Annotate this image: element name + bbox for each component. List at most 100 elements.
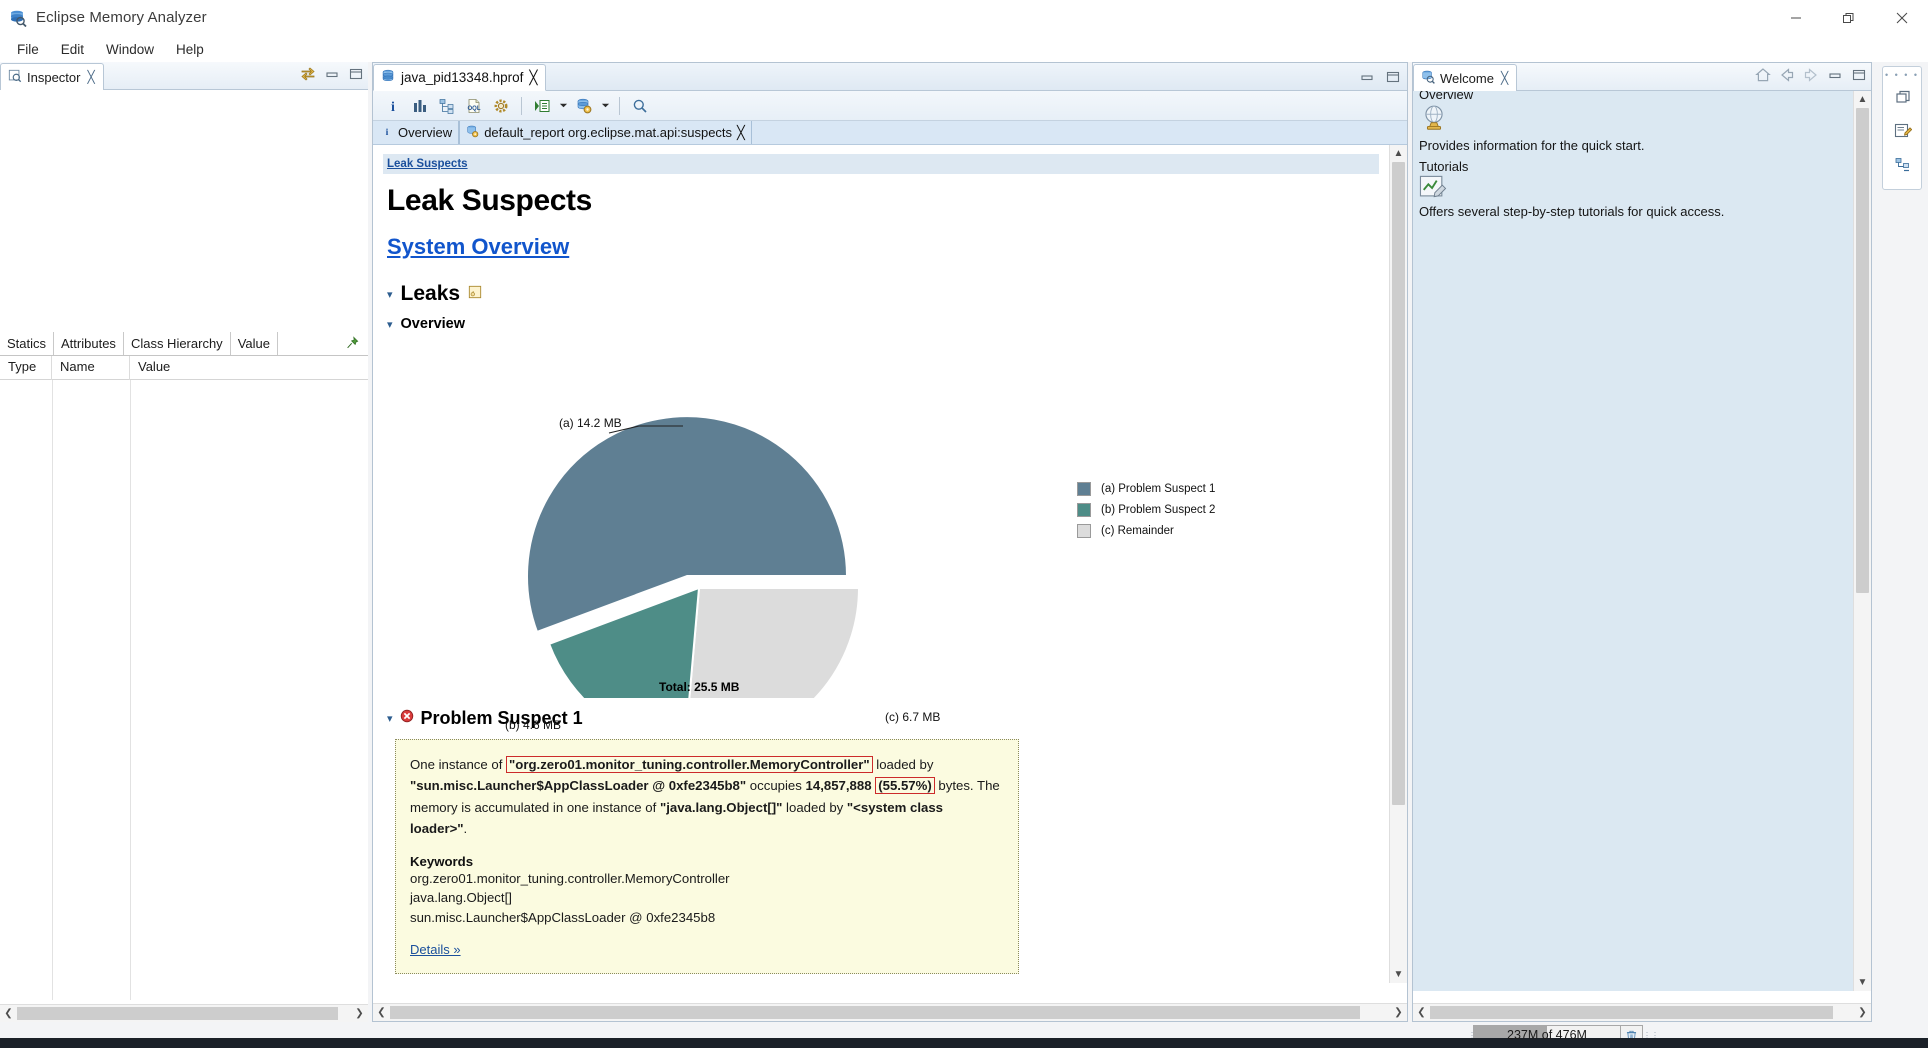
legend-label-b: (b) Problem Suspect 2 [1101, 503, 1216, 516]
scroll-left-icon[interactable]: ❮ [0, 1008, 17, 1019]
chevron-down-icon[interactable] [599, 94, 611, 118]
scroll-left-icon[interactable]: ❮ [373, 1007, 390, 1018]
tab-default-report[interactable]: default_report org.eclipse.mat.api:suspe… [459, 121, 752, 144]
chevron-down-icon[interactable]: ▾ [387, 318, 393, 331]
report-vertical-scrollbar[interactable]: ▲ ▼ [1389, 145, 1407, 983]
scroll-right-icon[interactable]: ❯ [1390, 1007, 1407, 1018]
tab-inspector[interactable]: Inspector ╳ [0, 63, 104, 90]
report-scroll-area: Leak Suspects Leak Suspects System Overv… [373, 145, 1407, 983]
inspector-rail-icon[interactable] [1883, 114, 1923, 148]
maximize-icon[interactable] [1385, 69, 1401, 85]
open-query-browser-button[interactable] [572, 94, 596, 118]
details-link[interactable]: Details » [410, 942, 461, 957]
scroll-up-icon[interactable]: ▲ [1390, 145, 1407, 162]
scroll-left-icon[interactable]: ❮ [1413, 1007, 1430, 1018]
inspector-horizontal-scrollbar[interactable]: ❮ ❯ [0, 1004, 368, 1022]
section-leaks-header[interactable]: ▾ Leaks [387, 282, 1371, 306]
tab-default-report-label: default_report org.eclipse.mat.api:suspe… [484, 125, 733, 140]
search-icon[interactable] [628, 94, 652, 118]
report-content: Leak Suspects Leak Suspects System Overv… [373, 145, 1389, 983]
welcome-overview-heading[interactable]: Overview [1419, 91, 1473, 102]
tab-heap-dump[interactable]: java_pid13348.hprof ╳ [373, 64, 546, 91]
close-icon[interactable]: ╳ [1501, 71, 1508, 85]
link-with-editor-icon[interactable] [300, 66, 316, 82]
column-header-value[interactable]: Value [130, 356, 368, 380]
column-header-name[interactable]: Name [52, 356, 130, 380]
tab-welcome[interactable]: Welcome ╳ [1413, 64, 1518, 91]
scroll-thumb[interactable] [1430, 1006, 1833, 1019]
menu-help[interactable]: Help [165, 40, 215, 59]
breadcrumb-leak-suspects[interactable]: Leak Suspects [387, 158, 468, 170]
run-expert-system-test-button[interactable] [530, 94, 554, 118]
maximize-window-button[interactable] [1822, 0, 1875, 36]
overview-info-button[interactable]: i [381, 94, 405, 118]
welcome-tab-label: Welcome [1440, 70, 1494, 86]
note-icon[interactable] [468, 285, 482, 304]
close-icon[interactable]: ╳ [529, 70, 537, 86]
toolbar-separator [521, 96, 522, 115]
chevron-down-icon[interactable]: ▾ [387, 288, 393, 301]
welcome-horizontal-scrollbar[interactable]: ❮ ❯ [1413, 1003, 1871, 1021]
maximize-icon[interactable] [1851, 67, 1867, 83]
system-overview-link[interactable]: System Overview [387, 234, 569, 260]
minimize-icon[interactable] [324, 66, 340, 82]
chevron-down-icon[interactable] [557, 94, 569, 118]
restore-perspective-icon[interactable] [1883, 80, 1923, 114]
scroll-track[interactable] [1430, 1004, 1854, 1021]
editor-horizontal-scrollbar[interactable]: ❮ ❯ [373, 1003, 1407, 1021]
menu-edit[interactable]: Edit [50, 40, 95, 59]
maximize-icon[interactable] [348, 66, 364, 82]
inspector-table-header: Type Name Value [0, 356, 368, 380]
histogram-button[interactable] [408, 94, 432, 118]
scroll-up-icon[interactable]: ▲ [1854, 91, 1871, 108]
tutorials-icon[interactable] [1419, 175, 1447, 206]
pin-icon[interactable] [346, 336, 359, 354]
tab-value[interactable]: Value [231, 332, 278, 355]
welcome-tutorials-heading[interactable]: Tutorials [1419, 159, 1468, 174]
inspector-tabbar: Inspector ╳ [0, 62, 368, 90]
workbench: Inspector ╳ Statics Attributes Class Hie… [0, 62, 1928, 1022]
tab-overview[interactable]: i Overview [375, 121, 460, 144]
forward-icon[interactable] [1803, 67, 1819, 83]
close-icon[interactable]: ╳ [87, 70, 94, 84]
app-icon [8, 8, 28, 28]
scroll-thumb[interactable] [390, 1006, 1360, 1019]
scroll-right-icon[interactable]: ❯ [1854, 1007, 1871, 1018]
dominator-tree-button[interactable] [435, 94, 459, 118]
menu-file[interactable]: File [6, 40, 50, 59]
editor-tabbar: java_pid13348.hprof ╳ [373, 63, 1407, 91]
rail-drag-handle[interactable]: • • • • [1883, 67, 1921, 80]
inspector-table-body [0, 380, 368, 1000]
inspections-gear-button[interactable] [489, 94, 513, 118]
home-icon[interactable] [1755, 67, 1771, 83]
close-icon[interactable]: ╳ [737, 125, 745, 141]
tab-attributes[interactable]: Attributes [54, 332, 124, 355]
oql-button[interactable]: OQL [462, 94, 486, 118]
scroll-track[interactable] [1854, 108, 1871, 974]
scroll-thumb[interactable] [1856, 108, 1869, 593]
scroll-thumb[interactable] [17, 1007, 338, 1020]
scroll-down-icon[interactable]: ▼ [1390, 966, 1407, 983]
section-overview-header[interactable]: ▾ Overview [387, 316, 1371, 332]
globe-icon[interactable] [1419, 103, 1449, 138]
minimize-icon[interactable] [1359, 69, 1375, 85]
scroll-track[interactable] [1390, 162, 1407, 966]
minimize-icon[interactable] [1827, 67, 1843, 83]
navigation-history-icon[interactable] [1883, 148, 1923, 182]
menu-window[interactable]: Window [95, 40, 165, 59]
scroll-track[interactable] [390, 1004, 1390, 1021]
back-icon[interactable] [1779, 67, 1795, 83]
class-loader-name: "sun.misc.Launcher$AppClassLoader @ 0xfe… [410, 778, 747, 794]
scroll-track[interactable] [17, 1005, 351, 1022]
scroll-right-icon[interactable]: ❯ [351, 1008, 368, 1019]
welcome-vertical-scrollbar[interactable]: ▲ ▼ [1853, 91, 1871, 991]
column-header-type[interactable]: Type [0, 356, 52, 380]
tab-statics[interactable]: Statics [0, 332, 55, 355]
scroll-down-icon[interactable]: ▼ [1854, 974, 1871, 991]
close-window-button[interactable] [1875, 0, 1928, 36]
minimize-window-button[interactable] [1769, 0, 1822, 36]
scroll-thumb[interactable] [1392, 162, 1405, 806]
chevron-down-icon[interactable]: ▾ [387, 712, 393, 725]
tab-class-hierarchy[interactable]: Class Hierarchy [124, 332, 231, 355]
accumulating-class: "java.lang.Object[]" [659, 799, 783, 815]
